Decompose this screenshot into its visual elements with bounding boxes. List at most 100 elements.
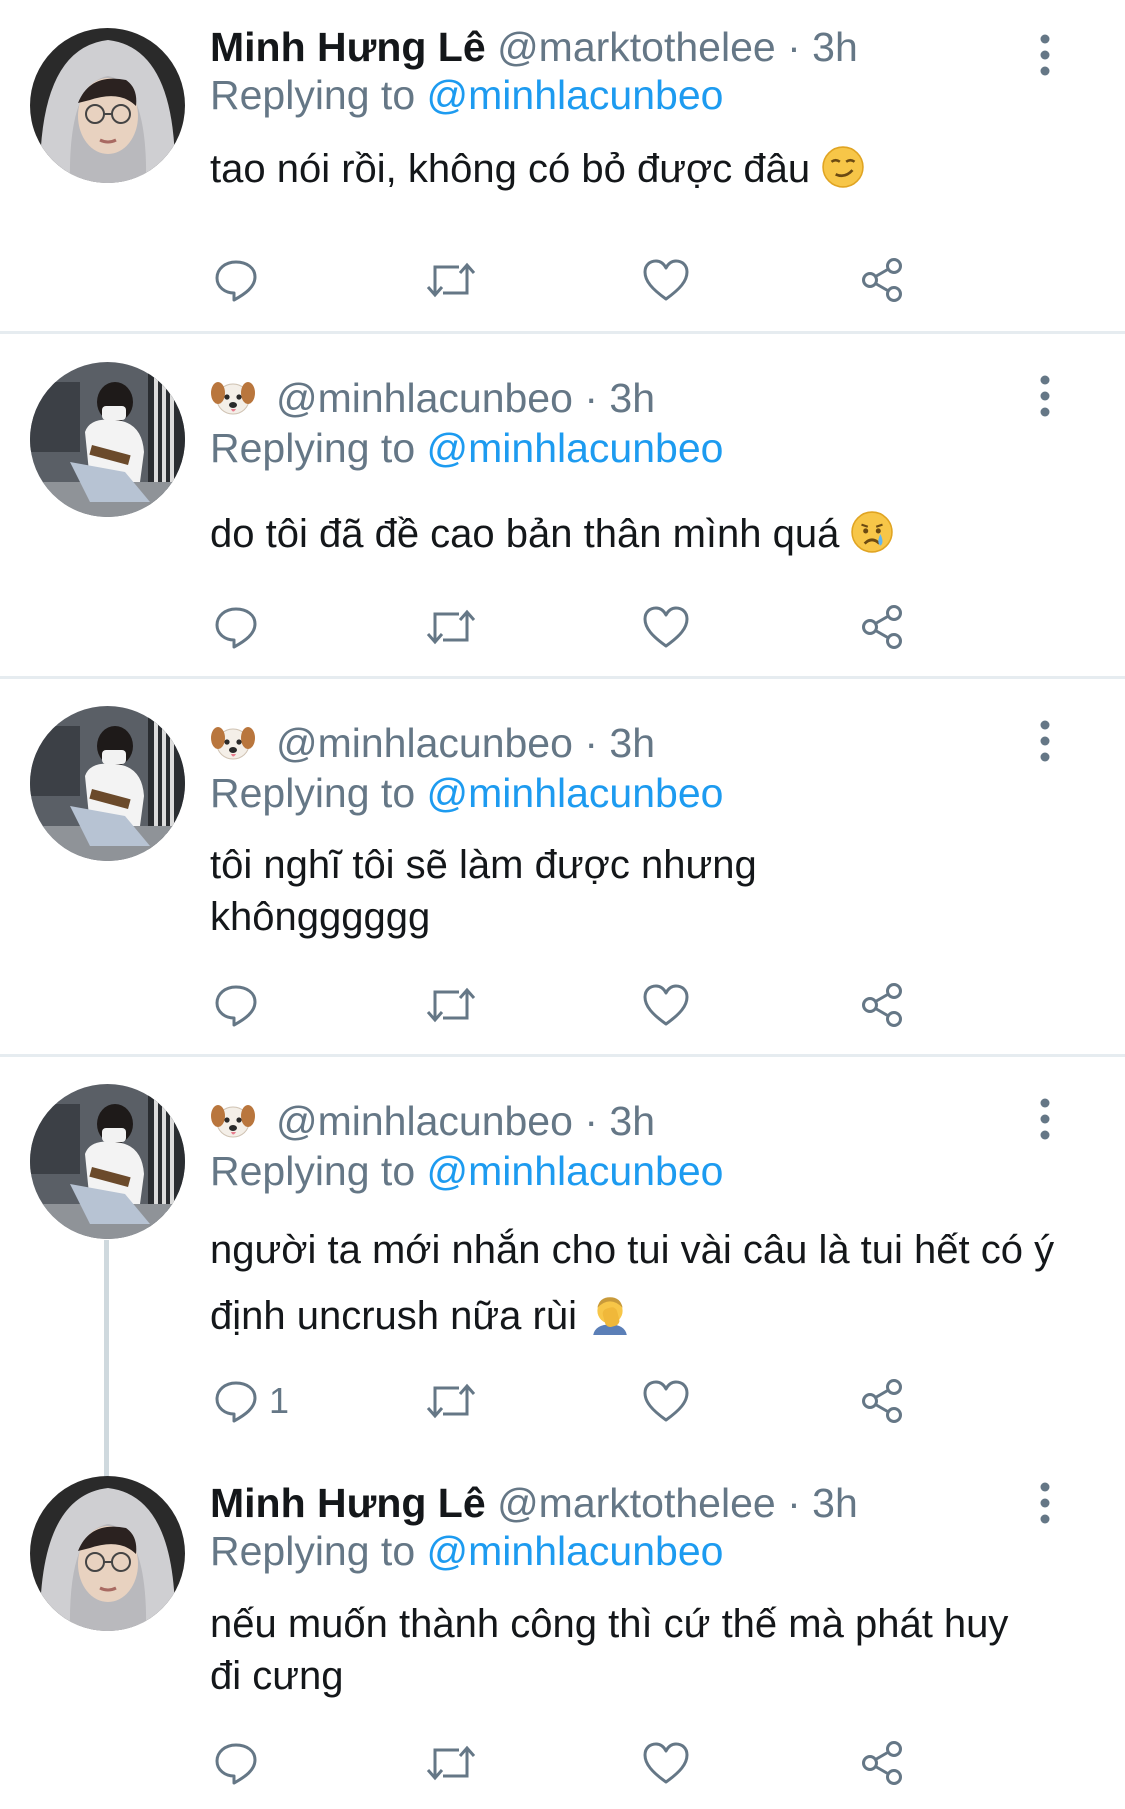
like-icon: [643, 259, 689, 301]
like-button[interactable]: [642, 1738, 690, 1788]
more-icon[interactable]: [1030, 1480, 1060, 1526]
retweet-icon: [426, 1745, 476, 1781]
retweet-button[interactable]: [425, 1738, 477, 1788]
more-icon[interactable]: [1030, 32, 1060, 78]
reply-count: 1: [269, 1380, 290, 1421]
tweet-text: tao nói rồi, không có bỏ được đâu: [210, 145, 1070, 193]
share-button[interactable]: [860, 255, 906, 305]
retweet-button[interactable]: [425, 255, 477, 305]
reply-icon: [215, 1743, 257, 1785]
tweet-text: người ta mới nhắn cho tui vài câu là tui…: [210, 1217, 1070, 1349]
handle[interactable]: @minhlacunbeo: [276, 720, 573, 766]
handle[interactable]: @marktothelee: [497, 24, 776, 70]
more-icon[interactable]: [1030, 1096, 1060, 1142]
handle[interactable]: @marktothelee: [497, 1480, 776, 1526]
like-icon: [643, 606, 689, 648]
retweet-icon: [426, 609, 476, 645]
retweet-button[interactable]: [425, 602, 477, 652]
replying-to: Replying to @minhlacunbeo: [210, 768, 723, 818]
like-button[interactable]: [642, 1376, 690, 1426]
like-icon: [643, 1742, 689, 1784]
replying-handle[interactable]: @minhlacunbeo: [427, 1528, 724, 1574]
man-facepalming-icon: [593, 1297, 627, 1335]
like-icon: [643, 1380, 689, 1422]
divider: [0, 331, 1125, 334]
thread-connector: [104, 1240, 109, 1480]
tweet-text-content: tao nói rồi, không có bỏ được đâu: [210, 147, 811, 191]
reply-button[interactable]: [213, 980, 269, 1030]
tweet-header: Minh Hưng Lê @marktothelee · 3h: [210, 1478, 858, 1528]
avatar[interactable]: [30, 28, 185, 183]
replying-label: Replying to: [210, 1148, 416, 1194]
display-name[interactable]: Minh Hưng Lê: [210, 24, 486, 70]
tweet-text: tôi nghĩ tôi sẽ làm được nhưng khônggggg…: [210, 839, 850, 943]
like-button[interactable]: [642, 602, 690, 652]
tweet-text-content: nếu muốn thành công thì cứ thế mà phát h…: [210, 1602, 1009, 1698]
reply-button[interactable]: [213, 602, 269, 652]
share-button[interactable]: [860, 980, 906, 1030]
share-icon: [862, 258, 902, 302]
handle[interactable]: @minhlacunbeo: [276, 375, 573, 421]
retweet-icon: [426, 987, 476, 1023]
tweet-text-content: do tôi đã đề cao bản thân mình quá: [210, 512, 840, 556]
reply-button[interactable]: [213, 255, 269, 305]
crying-face-icon: [851, 511, 894, 553]
separator-dot: ·: [584, 1098, 598, 1144]
share-icon: [862, 1379, 902, 1423]
replying-label: Replying to: [210, 72, 416, 118]
share-button[interactable]: [860, 1738, 906, 1788]
retweet-button[interactable]: [425, 980, 477, 1030]
reply-icon: [215, 985, 257, 1027]
dog-face-icon: [211, 382, 255, 415]
avatar[interactable]: [30, 1084, 185, 1239]
share-button[interactable]: [860, 602, 906, 652]
replying-handle[interactable]: @minhlacunbeo: [427, 1148, 724, 1194]
display-name[interactable]: Minh Hưng Lê: [210, 1480, 486, 1526]
tweet-header: Minh Hưng Lê @marktothelee · 3h: [210, 22, 858, 72]
reply-button[interactable]: 1: [213, 1376, 289, 1426]
separator-dot: ·: [787, 24, 801, 70]
replying-handle[interactable]: @minhlacunbeo: [427, 72, 724, 118]
tweet-header: @minhlacunbeo · 3h: [210, 373, 655, 423]
reply-icon: [215, 1381, 257, 1423]
share-icon: [862, 983, 902, 1027]
timestamp[interactable]: 3h: [812, 1480, 858, 1526]
smirking-face-icon: [822, 146, 864, 188]
more-icon[interactable]: [1030, 718, 1060, 764]
replying-to: Replying to @minhlacunbeo: [210, 1146, 723, 1196]
replying-label: Replying to: [210, 425, 416, 471]
replying-label: Replying to: [210, 770, 416, 816]
handle[interactable]: @minhlacunbeo: [276, 1098, 573, 1144]
timestamp[interactable]: 3h: [812, 24, 858, 70]
separator-dot: ·: [787, 1480, 801, 1526]
tweet-text: nếu muốn thành công thì cứ thế mà phát h…: [210, 1598, 1030, 1702]
reply-icon: [215, 607, 257, 649]
divider: [0, 1054, 1125, 1057]
share-icon: [862, 605, 902, 649]
replying-to: Replying to @minhlacunbeo: [210, 70, 723, 120]
retweet-button[interactable]: [425, 1376, 477, 1426]
timestamp[interactable]: 3h: [609, 1098, 655, 1144]
more-icon[interactable]: [1030, 373, 1060, 419]
avatar[interactable]: [30, 362, 185, 517]
like-button[interactable]: [642, 255, 690, 305]
avatar[interactable]: [30, 1476, 185, 1631]
tweet-text-content: người ta mới nhắn cho tui vài câu là tui…: [210, 1228, 1055, 1338]
divider: [0, 676, 1125, 679]
retweet-icon: [426, 1383, 476, 1419]
timestamp[interactable]: 3h: [609, 720, 655, 766]
replying-handle[interactable]: @minhlacunbeo: [427, 425, 724, 471]
replying-to: Replying to @minhlacunbeo: [210, 423, 723, 473]
timestamp[interactable]: 3h: [609, 375, 655, 421]
replying-to: Replying to @minhlacunbeo: [210, 1526, 723, 1576]
tweet-text-content: tôi nghĩ tôi sẽ làm được nhưng khônggggg…: [210, 843, 757, 939]
like-icon: [643, 984, 689, 1026]
like-button[interactable]: [642, 980, 690, 1030]
dog-face-icon: [211, 727, 255, 760]
share-button[interactable]: [860, 1376, 906, 1426]
retweet-icon: [426, 262, 476, 298]
replying-handle[interactable]: @minhlacunbeo: [427, 770, 724, 816]
reply-button[interactable]: [213, 1738, 269, 1788]
avatar[interactable]: [30, 706, 185, 861]
tweet-header: @minhlacunbeo · 3h: [210, 718, 655, 768]
